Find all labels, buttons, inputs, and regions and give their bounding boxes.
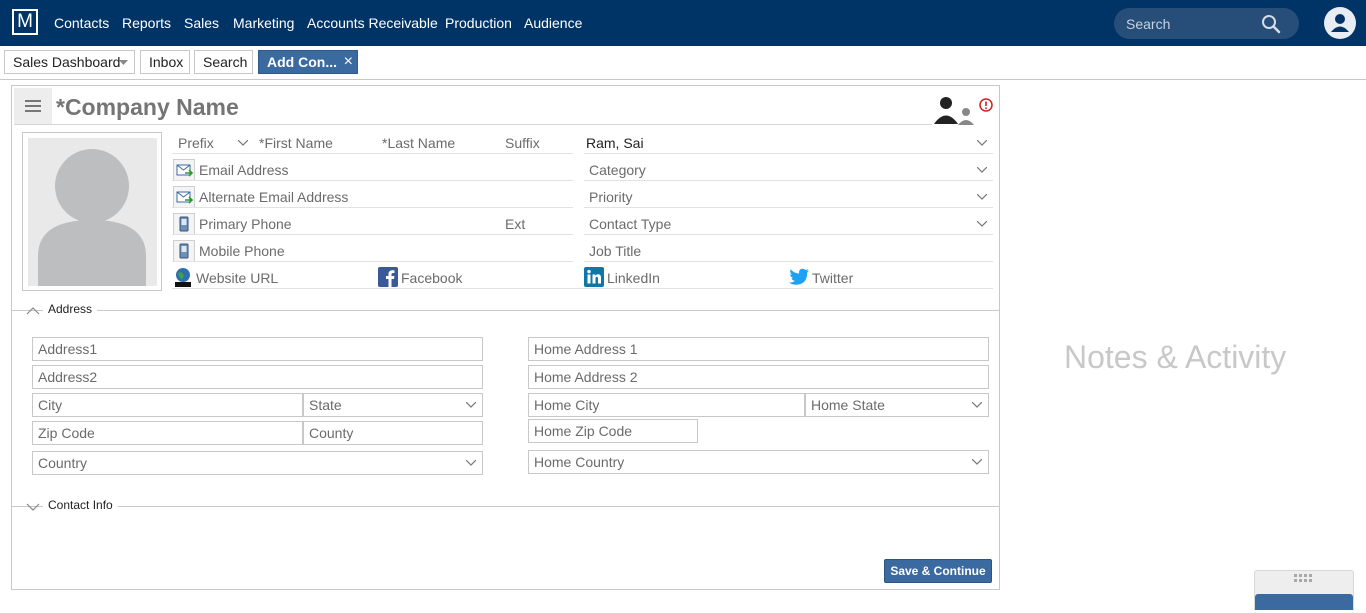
priority-select[interactable]: Priority <box>589 189 633 205</box>
category-select[interactable]: Category <box>589 162 646 178</box>
state-select[interactable]: State <box>303 393 483 417</box>
chat-widget-bar[interactable] <box>1255 594 1353 610</box>
chat-widget-tab[interactable] <box>1254 570 1354 610</box>
user-profile-button[interactable] <box>1324 7 1356 39</box>
tab-sales-dashboard[interactable]: Sales Dashboard <box>4 50 135 74</box>
country-chevron-down-icon <box>466 460 476 466</box>
contact-info-section-label[interactable]: Contact Info <box>43 498 118 512</box>
nav-contacts[interactable]: Contacts <box>54 15 109 31</box>
alert-icon[interactable] <box>979 98 993 112</box>
home-address2-field[interactable]: Home Address 2 <box>528 365 989 389</box>
address-collapse-chevron-up-icon[interactable] <box>26 307 40 315</box>
contact-photo[interactable] <box>22 132 162 291</box>
contact-type-select[interactable]: Contact Type <box>589 216 671 232</box>
job-title-field[interactable]: Job Title <box>589 243 641 259</box>
primary-phone-icon[interactable] <box>173 213 195 235</box>
contact-form-card: Prefix *First Name *Last Name Suffix Ram… <box>11 85 1000 590</box>
primary-phone-field[interactable]: Primary Phone <box>199 216 292 232</box>
website-globe-icon[interactable] <box>173 267 193 287</box>
address2-field[interactable]: Address2 <box>32 365 483 389</box>
contact-owner-select[interactable]: Ram, Sai <box>586 135 644 151</box>
mobile-phone-icon[interactable] <box>173 240 195 262</box>
email-field[interactable]: Email Address <box>199 162 288 178</box>
home-state-chevron-down-icon <box>972 402 982 408</box>
caret-down-icon[interactable] <box>119 60 128 66</box>
app-logo[interactable]: M <box>12 9 38 35</box>
last-name-field[interactable]: *Last Name <box>382 135 455 151</box>
priority-chevron-down-icon[interactable] <box>977 194 987 200</box>
nav-audience[interactable]: Audience <box>524 15 582 31</box>
address1-field[interactable]: Address1 <box>32 337 483 361</box>
zip-code-field[interactable]: Zip Code <box>32 421 303 445</box>
first-name-field[interactable]: *First Name <box>259 135 333 151</box>
company-name-input[interactable] <box>56 94 916 121</box>
contact-info-expand-chevron-down-icon[interactable] <box>26 503 40 511</box>
search-input[interactable] <box>1126 14 1256 34</box>
facebook-field[interactable]: Facebook <box>401 270 462 286</box>
close-tab-icon[interactable]: × <box>344 51 353 73</box>
owner-chevron-down-icon[interactable] <box>977 140 987 146</box>
notes-activity-title: Notes & Activity <box>1064 339 1287 375</box>
nav-sales[interactable]: Sales <box>184 15 219 31</box>
contact-type-chevron-down-icon[interactable] <box>977 221 987 227</box>
prefix-chevron-down-icon[interactable] <box>238 140 248 146</box>
state-label: State <box>309 397 342 413</box>
search-icon[interactable] <box>1261 14 1281 34</box>
county-field[interactable]: County <box>303 421 483 445</box>
prefix-select[interactable]: Prefix <box>178 135 214 151</box>
tab-label: Add Con... <box>267 54 337 70</box>
global-search <box>1114 8 1299 39</box>
twitter-field[interactable]: Twitter <box>812 270 853 286</box>
tab-label: Sales Dashboard <box>13 54 121 70</box>
contact-owner-icon[interactable] <box>933 94 975 126</box>
category-chevron-down-icon[interactable] <box>977 167 987 173</box>
save-and-continue-button[interactable]: Save & Continue <box>884 559 992 583</box>
country-label: Country <box>38 455 88 471</box>
tab-inbox[interactable]: Inbox <box>140 50 190 74</box>
suffix-field[interactable]: Suffix <box>505 135 540 151</box>
avatar-placeholder-icon <box>38 149 146 286</box>
tab-search[interactable]: Search <box>194 50 253 74</box>
address-section-label[interactable]: Address <box>43 302 98 316</box>
workspace-tabs: Sales Dashboard Inbox Search Add Con... … <box>0 46 1366 80</box>
company-row <box>14 88 932 125</box>
nav-marketing[interactable]: Marketing <box>233 15 294 31</box>
drag-handle-icon[interactable] <box>1294 574 1316 582</box>
alt-email-send-icon[interactable] <box>173 186 195 208</box>
top-nav: M Contacts Reports Sales Marketing Accou… <box>0 0 1366 46</box>
facebook-icon[interactable] <box>378 267 398 287</box>
nav-production[interactable]: Production <box>445 15 512 31</box>
home-state-select[interactable]: Home State <box>805 393 989 417</box>
home-country-chevron-down-icon <box>972 459 982 465</box>
mobile-phone-field[interactable]: Mobile Phone <box>199 243 285 259</box>
home-state-label: Home State <box>811 397 885 413</box>
hamburger-menu-icon[interactable] <box>14 88 52 124</box>
alt-email-field[interactable]: Alternate Email Address <box>199 189 348 205</box>
tab-add-contact[interactable]: Add Con... × <box>258 50 358 74</box>
state-chevron-down-icon <box>466 402 476 408</box>
phone-ext-field[interactable]: Ext <box>505 216 525 232</box>
nav-reports[interactable]: Reports <box>122 15 171 31</box>
home-country-select[interactable]: Home Country <box>528 450 989 474</box>
linkedin-icon[interactable] <box>584 267 604 287</box>
twitter-icon[interactable] <box>788 267 810 287</box>
home-country-label: Home Country <box>534 454 625 470</box>
home-zip-code-field[interactable]: Home Zip Code <box>528 419 698 443</box>
home-city-field[interactable]: Home City <box>528 393 805 417</box>
city-field[interactable]: City <box>32 393 303 417</box>
user-icon <box>1331 14 1349 32</box>
website-url-field[interactable]: Website URL <box>196 270 278 286</box>
linkedin-field[interactable]: LinkedIn <box>607 270 660 286</box>
nav-accounts-receivable[interactable]: Accounts Receivable <box>307 15 438 31</box>
email-send-icon[interactable] <box>173 159 195 181</box>
country-select[interactable]: Country <box>32 451 483 475</box>
home-address1-field[interactable]: Home Address 1 <box>528 337 989 361</box>
